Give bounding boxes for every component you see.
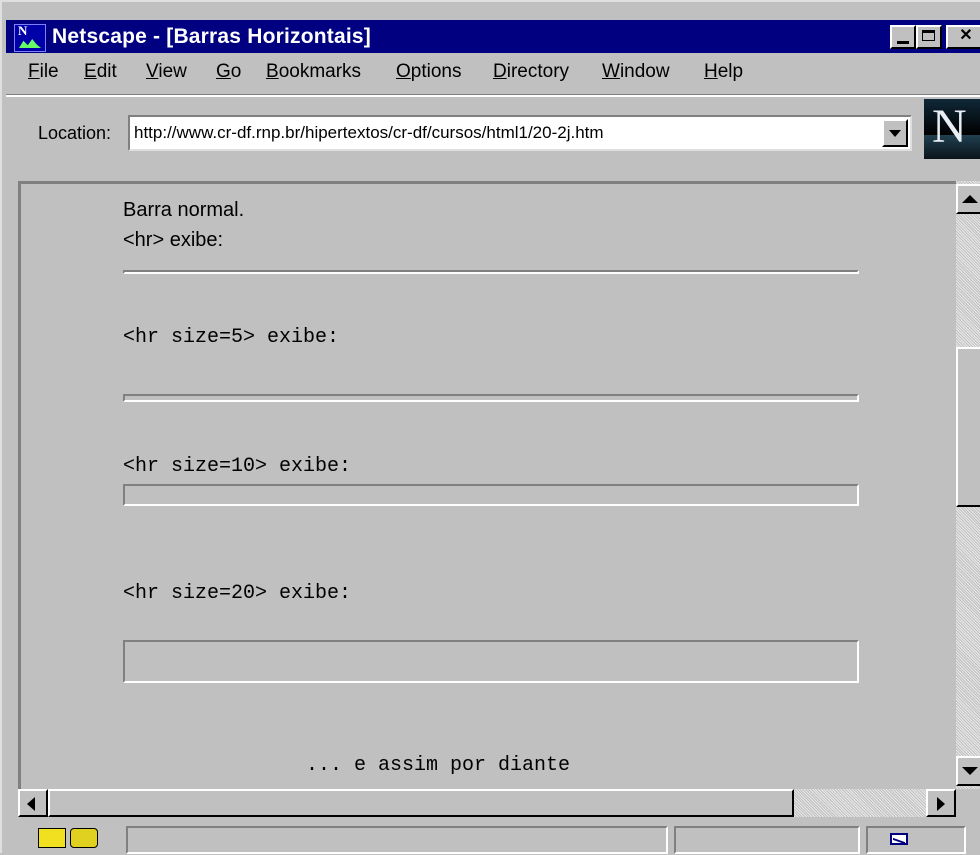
page-content: Barra normal. <hr> exibe: <hr size=5> ex…: [18, 181, 956, 789]
status-bar: [6, 820, 980, 855]
scroll-left-button[interactable]: [18, 789, 48, 817]
menu-bookmarks[interactable]: Bookmarks: [266, 61, 361, 83]
scroll-right-button[interactable]: [926, 789, 956, 817]
toolbar-divider: [6, 94, 980, 97]
minimize-icon: [897, 41, 909, 44]
menu-go[interactable]: Go: [216, 61, 241, 83]
menu-options[interactable]: Options: [396, 61, 461, 83]
window-title: Netscape - [Barras Horizontais]: [52, 25, 371, 48]
key-icon: [38, 828, 66, 848]
menu-window[interactable]: Window: [602, 61, 670, 83]
menu-edit[interactable]: Edit: [84, 61, 117, 83]
minimize-button[interactable]: [890, 25, 916, 49]
status-message-field: [126, 826, 668, 854]
netscape-logo[interactable]: N: [924, 99, 980, 159]
text-footer: ... e assim por diante: [306, 754, 571, 777]
vertical-scrollbar[interactable]: [956, 181, 980, 789]
menu-file[interactable]: File: [28, 61, 59, 83]
hr-size5: [123, 394, 859, 402]
hr-size20: [123, 640, 859, 683]
text-hr-size10-label: <hr size=10> exibe:: [123, 455, 352, 478]
location-dropdown-button[interactable]: [882, 119, 908, 147]
horizontal-scrollbar[interactable]: [18, 789, 956, 817]
text-hr-size5-label: <hr size=5> exibe:: [123, 326, 340, 349]
menu-view[interactable]: View: [146, 61, 187, 83]
scrollbar-corner: [956, 789, 980, 817]
menu-help[interactable]: Help: [704, 61, 743, 83]
page-viewport: Barra normal. <hr> exibe: <hr size=5> ex…: [21, 184, 956, 789]
status-progress-field: [674, 826, 860, 854]
lock-icon: [70, 828, 98, 848]
maximize-icon: [922, 30, 935, 41]
location-url[interactable]: http://www.cr-df.rnp.br/hipertextos/cr-d…: [134, 123, 604, 143]
horizontal-scroll-thumb[interactable]: [48, 789, 794, 817]
hr-size10: [123, 484, 859, 506]
mail-icon[interactable]: [890, 833, 908, 845]
title-bar[interactable]: Netscape - [Barras Horizontais] ✕: [6, 20, 980, 53]
vertical-scroll-thumb[interactable]: [956, 347, 980, 507]
netscape-logo-letter: N: [932, 100, 967, 153]
status-mail-field[interactable]: [866, 826, 966, 854]
text-hr-label: <hr> exibe:: [123, 229, 224, 251]
close-icon: ✕: [959, 27, 973, 44]
scroll-up-button[interactable]: [956, 184, 980, 214]
security-key-icon[interactable]: [36, 826, 106, 848]
location-input[interactable]: http://www.cr-df.rnp.br/hipertextos/cr-d…: [128, 115, 912, 151]
close-button[interactable]: ✕: [946, 25, 980, 49]
hr-normal: [123, 270, 859, 274]
text-hr-size20-label: <hr size=20> exibe:: [123, 582, 352, 605]
location-label: Location:: [38, 123, 112, 143]
netscape-app-icon[interactable]: [14, 23, 46, 52]
text-barra-normal: Barra normal.: [123, 199, 245, 221]
browser-window: Netscape - [Barras Horizontais] ✕ File E…: [0, 0, 980, 855]
maximize-button[interactable]: [916, 25, 942, 49]
menu-bar: File Edit View Go Bookmarks Options Dire…: [6, 57, 980, 91]
scroll-down-button[interactable]: [956, 756, 980, 786]
menu-directory[interactable]: Directory: [493, 61, 569, 83]
